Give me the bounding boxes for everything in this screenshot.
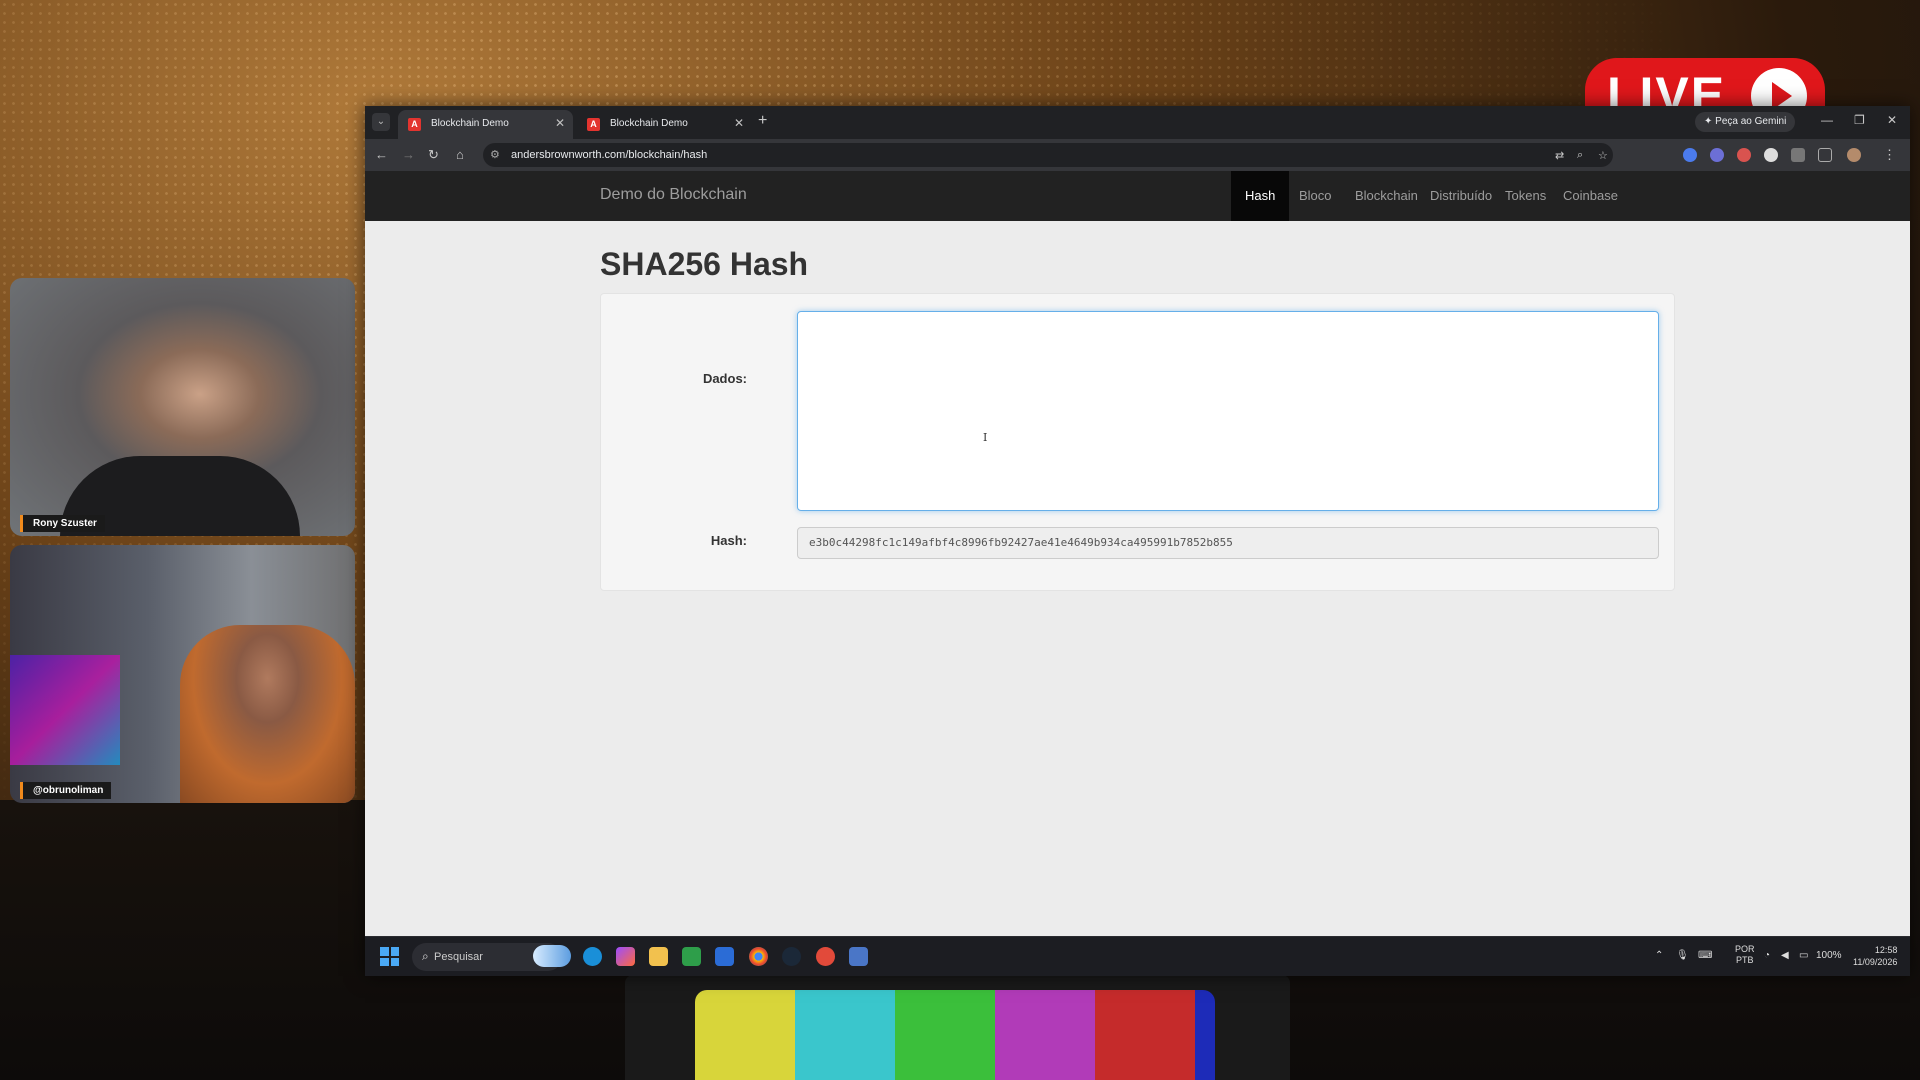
url-text: andersbrownworth.com/blockchain/hash <box>511 149 708 161</box>
browser-toolbar: ← → ↻ ⌂ ⚙ andersbrownworth.com/blockchai… <box>365 139 1910 171</box>
close-tab-icon[interactable]: ✕ <box>555 116 565 130</box>
windows-taskbar: ⌕ Pesquisar ⌃ 🎙 ⌨ POR PTB ◔ ◀ ▭ 100% 12:… <box>365 936 1910 976</box>
address-bar[interactable]: ⚙ andersbrownworth.com/blockchain/hash ⇄… <box>483 143 1613 167</box>
extension-icon[interactable] <box>1737 148 1751 162</box>
excel-icon[interactable] <box>682 947 701 966</box>
hash-label: Hash: <box>710 533 747 548</box>
extension-icon[interactable] <box>1764 148 1778 162</box>
wifi-icon[interactable]: ◔ <box>1764 950 1770 961</box>
webcam-name-label: @obrunoliman <box>20 782 112 799</box>
extension-icon[interactable] <box>1791 148 1805 162</box>
webcam-bruno: @obrunoliman <box>10 545 355 803</box>
windows-start-icon[interactable] <box>380 947 399 966</box>
tray-chevron-icon[interactable]: ⌃ <box>1655 950 1663 961</box>
system-clock[interactable]: 12:58 11/09/2026 <box>1853 944 1897 968</box>
edge-icon[interactable] <box>583 947 602 966</box>
language-code: POR <box>1735 944 1755 954</box>
search-icon: ⌕ <box>422 949 429 963</box>
anders-favicon-icon: A <box>408 118 421 131</box>
browser-window: ⌄ A Blockchain Demo ✕ A Blockchain Demo … <box>365 106 1910 976</box>
store-icon[interactable] <box>715 947 734 966</box>
site-info-icon[interactable]: ⚙ <box>490 148 500 161</box>
copilot-icon[interactable] <box>616 947 635 966</box>
hash-output-field[interactable]: e3b0c44298fc1c149afbf4c8996fb92427ae41e4… <box>797 527 1659 559</box>
reload-icon[interactable]: ↻ <box>428 147 439 163</box>
battery-percent: 100% <box>1816 950 1842 961</box>
profile-avatar-icon[interactable] <box>1847 148 1861 162</box>
calculator-icon[interactable] <box>849 947 868 966</box>
extension-shield-icon[interactable] <box>1683 148 1697 162</box>
ask-gemini-label: Peça ao Gemini <box>1715 116 1787 127</box>
tab-blockchain-demo-2[interactable]: A Blockchain Demo ✕ <box>577 110 752 139</box>
tab-label: Blockchain Demo <box>431 118 509 129</box>
home-icon[interactable]: ⌂ <box>456 147 464 162</box>
browser-menu-icon[interactable]: ⋮ <box>1883 147 1896 163</box>
webcam-person <box>180 625 355 803</box>
battery-icon[interactable]: ▭ <box>1799 950 1808 961</box>
zoom-icon[interactable]: ⌕ <box>1577 149 1583 162</box>
microphone-icon[interactable]: 🎙 <box>1676 950 1689 961</box>
steam-icon[interactable] <box>782 947 801 966</box>
keyboard-icon[interactable]: ⌨ <box>1698 950 1712 961</box>
restore-icon[interactable]: ❐ <box>1854 113 1865 127</box>
app-icon[interactable] <box>816 947 835 966</box>
language-indicator[interactable]: POR PTB <box>1735 944 1755 966</box>
gemini-icon: ✦ <box>1704 116 1713 127</box>
data-label: Dados: <box>702 371 747 386</box>
tab-label: Blockchain Demo <box>610 118 688 129</box>
keyboard-layout: PTB <box>1736 955 1754 965</box>
ask-gemini-button[interactable]: ✦ Peça ao Gemini <box>1695 112 1796 132</box>
extension-icon[interactable] <box>1710 148 1724 162</box>
search-highlight-icon[interactable] <box>533 945 571 967</box>
nav-coinbase[interactable]: Coinbase <box>1549 171 1632 221</box>
clock-date: 11/09/2026 <box>1853 957 1898 967</box>
volume-icon[interactable]: ◀ <box>1781 950 1789 961</box>
chrome-icon[interactable] <box>749 947 768 966</box>
forward-icon[interactable]: → <box>402 147 415 162</box>
bookmark-star-icon[interactable]: ☆ <box>1598 149 1608 162</box>
page-title: SHA256 Hash <box>600 246 809 282</box>
minimize-icon[interactable]: — <box>1821 113 1833 127</box>
webcam-rony: Rony Szuster <box>10 278 355 536</box>
tab-strip: ⌄ A Blockchain Demo ✕ A Blockchain Demo … <box>365 106 1910 139</box>
nav-bloco[interactable]: Bloco <box>1285 171 1346 221</box>
new-tab-icon[interactable]: + <box>758 112 767 130</box>
clock-time: 12:58 <box>1874 945 1898 955</box>
file-explorer-icon[interactable] <box>649 947 668 966</box>
text-cursor-icon: I <box>983 431 988 444</box>
anders-favicon-icon: A <box>587 118 600 131</box>
back-icon[interactable]: ← <box>375 147 388 162</box>
extensions-puzzle-icon[interactable] <box>1818 148 1832 162</box>
translate-icon[interactable]: ⇄ <box>1555 149 1564 162</box>
close-tab-icon[interactable]: ✕ <box>734 116 744 130</box>
taskbar-search-placeholder: Pesquisar <box>434 951 483 963</box>
data-textarea[interactable] <box>797 311 1659 511</box>
tab-search-icon[interactable]: ⌄ <box>372 113 390 131</box>
site-navbar: Demo do Blockchain Hash Bloco Blockchain… <box>365 171 1910 221</box>
tab-blockchain-demo-1[interactable]: A Blockchain Demo ✕ <box>398 110 573 139</box>
webcam-name-label: Rony Szuster <box>20 515 105 532</box>
nav-hash[interactable]: Hash <box>1231 171 1290 221</box>
close-window-icon[interactable]: ✕ <box>1887 113 1897 127</box>
webcam-rgb-pc <box>10 655 120 765</box>
tv-color-bars <box>695 990 1215 1080</box>
site-brand[interactable]: Demo do Blockchain <box>600 186 747 204</box>
